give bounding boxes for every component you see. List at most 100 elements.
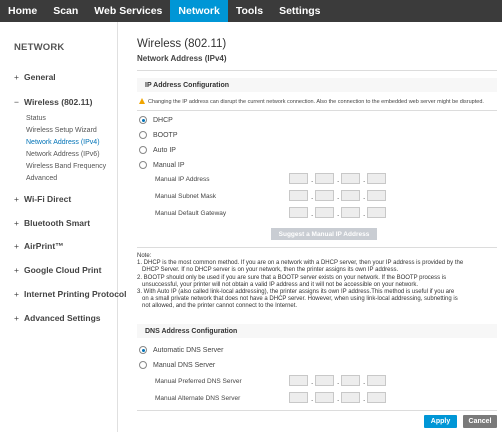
radio-manual-ip[interactable]: Manual IP: [139, 161, 185, 169]
radio-label: Automatic DNS Server: [153, 346, 224, 354]
sidebar-item-label: Internet Printing Protocol: [24, 289, 127, 299]
manual-subnet-mask-label: Manual Subnet Mask: [155, 193, 217, 200]
radio-label: Manual IP: [153, 161, 185, 169]
note-line: 3. With Auto IP (also called link-local …: [137, 289, 455, 296]
divider: [137, 410, 497, 411]
alternate-dns-octet-input[interactable]: [315, 392, 334, 403]
note-line: unsuccessful, your printer will not obta…: [142, 281, 419, 288]
sidebar-sub-network-address-ipv6[interactable]: Network Address (IPv6): [26, 151, 100, 158]
octet-separator: .: [311, 192, 314, 201]
divider: [137, 247, 497, 248]
manual-alternate-dns-label: Manual Alternate DNS Server: [155, 395, 241, 402]
top-nav: Home Scan Web Services Network Tools Set…: [0, 0, 502, 22]
note-line: on a small private network that does not…: [142, 296, 458, 303]
sidebar-title: NETWORK: [14, 42, 65, 53]
sidebar-item-label: Google Cloud Print: [24, 265, 102, 275]
preferred-dns-octet-input[interactable]: [341, 375, 360, 386]
octet-separator: .: [311, 394, 314, 403]
sidebar-item-internet-printing-protocol[interactable]: + Internet Printing Protocol: [14, 289, 126, 299]
page-subtitle: Network Address (IPv4): [137, 54, 227, 63]
tab-home[interactable]: Home: [0, 0, 45, 22]
manual-ip-address-label: Manual IP Address: [155, 176, 210, 183]
octet-separator: .: [337, 192, 340, 201]
sidebar-sub-wireless-setup-wizard[interactable]: Wireless Setup Wizard: [26, 127, 97, 134]
sidebar-item-google-cloud-print[interactable]: + Google Cloud Print: [14, 265, 101, 275]
gateway-octet-input[interactable]: [341, 207, 360, 218]
sidebar-item-label: Wireless (802.11): [24, 97, 93, 107]
apply-button[interactable]: Apply: [424, 415, 457, 428]
sidebar-sub-status[interactable]: Status: [26, 115, 46, 122]
radio-bootp[interactable]: BOOTP: [139, 131, 178, 139]
radio-auto-ip[interactable]: Auto IP: [139, 146, 176, 154]
radio-label: Manual DNS Server: [153, 361, 216, 369]
cancel-button[interactable]: Cancel: [463, 415, 497, 428]
sidebar-item-label: Wi-Fi Direct: [24, 194, 72, 204]
sidebar: NETWORK + General − Wireless (802.11) Stat…: [0, 22, 126, 432]
note-line: 2. BOOTP should only be used if you are …: [137, 274, 447, 281]
ip-octet-input[interactable]: [367, 173, 386, 184]
manual-preferred-dns-label: Manual Preferred DNS Server: [155, 378, 242, 385]
radio-automatic-dns[interactable]: Automatic DNS Server: [139, 346, 223, 354]
octet-separator: .: [337, 175, 340, 184]
radio-dhcp[interactable]: DHCP: [139, 116, 173, 124]
octet-separator: .: [363, 192, 366, 201]
divider: [137, 70, 497, 71]
sidebar-item-general[interactable]: + General: [14, 72, 56, 82]
suggest-manual-ip-button[interactable]: Suggest a Manual IP Address: [271, 228, 377, 240]
collapse-icon: −: [14, 97, 19, 107]
radio-icon: [139, 361, 147, 369]
octet-separator: .: [337, 377, 340, 386]
radio-manual-dns[interactable]: Manual DNS Server: [139, 361, 215, 369]
radio-icon: [139, 131, 147, 139]
octet-separator: .: [311, 209, 314, 218]
subnet-octet-input[interactable]: [341, 190, 360, 201]
sidebar-sub-network-address-ipv4[interactable]: Network Address (IPv4): [26, 139, 100, 146]
subnet-octet-input[interactable]: [367, 190, 386, 201]
sidebar-item-wifi-direct[interactable]: + Wi-Fi Direct: [14, 194, 71, 204]
subnet-octet-input[interactable]: [315, 190, 334, 201]
radio-label: DHCP: [153, 116, 173, 124]
dns-section-heading: DNS Address Configuration: [145, 328, 238, 335]
preferred-dns-octet-input[interactable]: [315, 375, 334, 386]
sidebar-item-advanced-settings[interactable]: + Advanced Settings: [14, 313, 101, 323]
subnet-octet-input[interactable]: [289, 190, 308, 201]
note-block: Note: 1. DHCP is the most common method.…: [137, 253, 499, 311]
tab-tools[interactable]: Tools: [228, 0, 271, 22]
octet-separator: .: [363, 175, 366, 184]
ip-octet-input[interactable]: [315, 173, 334, 184]
tab-scan[interactable]: Scan: [45, 0, 86, 22]
gateway-octet-input[interactable]: [315, 207, 334, 218]
sidebar-item-wireless[interactable]: − Wireless (802.11): [14, 97, 92, 107]
sidebar-sub-advanced[interactable]: Advanced: [26, 175, 57, 182]
note-title: Note:: [137, 253, 152, 259]
tab-network[interactable]: Network: [170, 0, 228, 22]
radio-label: Auto IP: [153, 146, 176, 154]
ip-octet-input[interactable]: [289, 173, 308, 184]
radio-icon: [139, 161, 147, 169]
alternate-dns-octet-input[interactable]: [341, 392, 360, 403]
radio-selected-icon: [139, 116, 147, 124]
radio-label: BOOTP: [153, 131, 178, 139]
alternate-dns-octet-input[interactable]: [289, 392, 308, 403]
preferred-dns-octet-input[interactable]: [367, 375, 386, 386]
gateway-octet-input[interactable]: [289, 207, 308, 218]
radio-icon: [139, 146, 147, 154]
sidebar-item-bluetooth-smart[interactable]: + Bluetooth Smart: [14, 218, 90, 228]
octet-separator: .: [363, 394, 366, 403]
ip-octet-input[interactable]: [341, 173, 360, 184]
note-line: DHCP Server. If no DHCP server is on you…: [142, 267, 399, 274]
alternate-dns-octet-input[interactable]: [367, 392, 386, 403]
tab-settings[interactable]: Settings: [271, 0, 328, 22]
expand-icon: +: [14, 218, 19, 228]
sidebar-item-label: General: [24, 72, 56, 82]
octet-separator: .: [337, 209, 340, 218]
sidebar-sub-wireless-band-frequency[interactable]: Wireless Band Frequency: [26, 163, 106, 170]
ip-section-heading: IP Address Configuration: [145, 82, 230, 89]
expand-icon: +: [14, 265, 19, 275]
preferred-dns-octet-input[interactable]: [289, 375, 308, 386]
sidebar-item-airprint[interactable]: + AirPrint™: [14, 241, 64, 251]
expand-icon: +: [14, 313, 19, 323]
tab-web-services[interactable]: Web Services: [86, 0, 170, 22]
gateway-octet-input[interactable]: [367, 207, 386, 218]
octet-separator: .: [337, 394, 340, 403]
